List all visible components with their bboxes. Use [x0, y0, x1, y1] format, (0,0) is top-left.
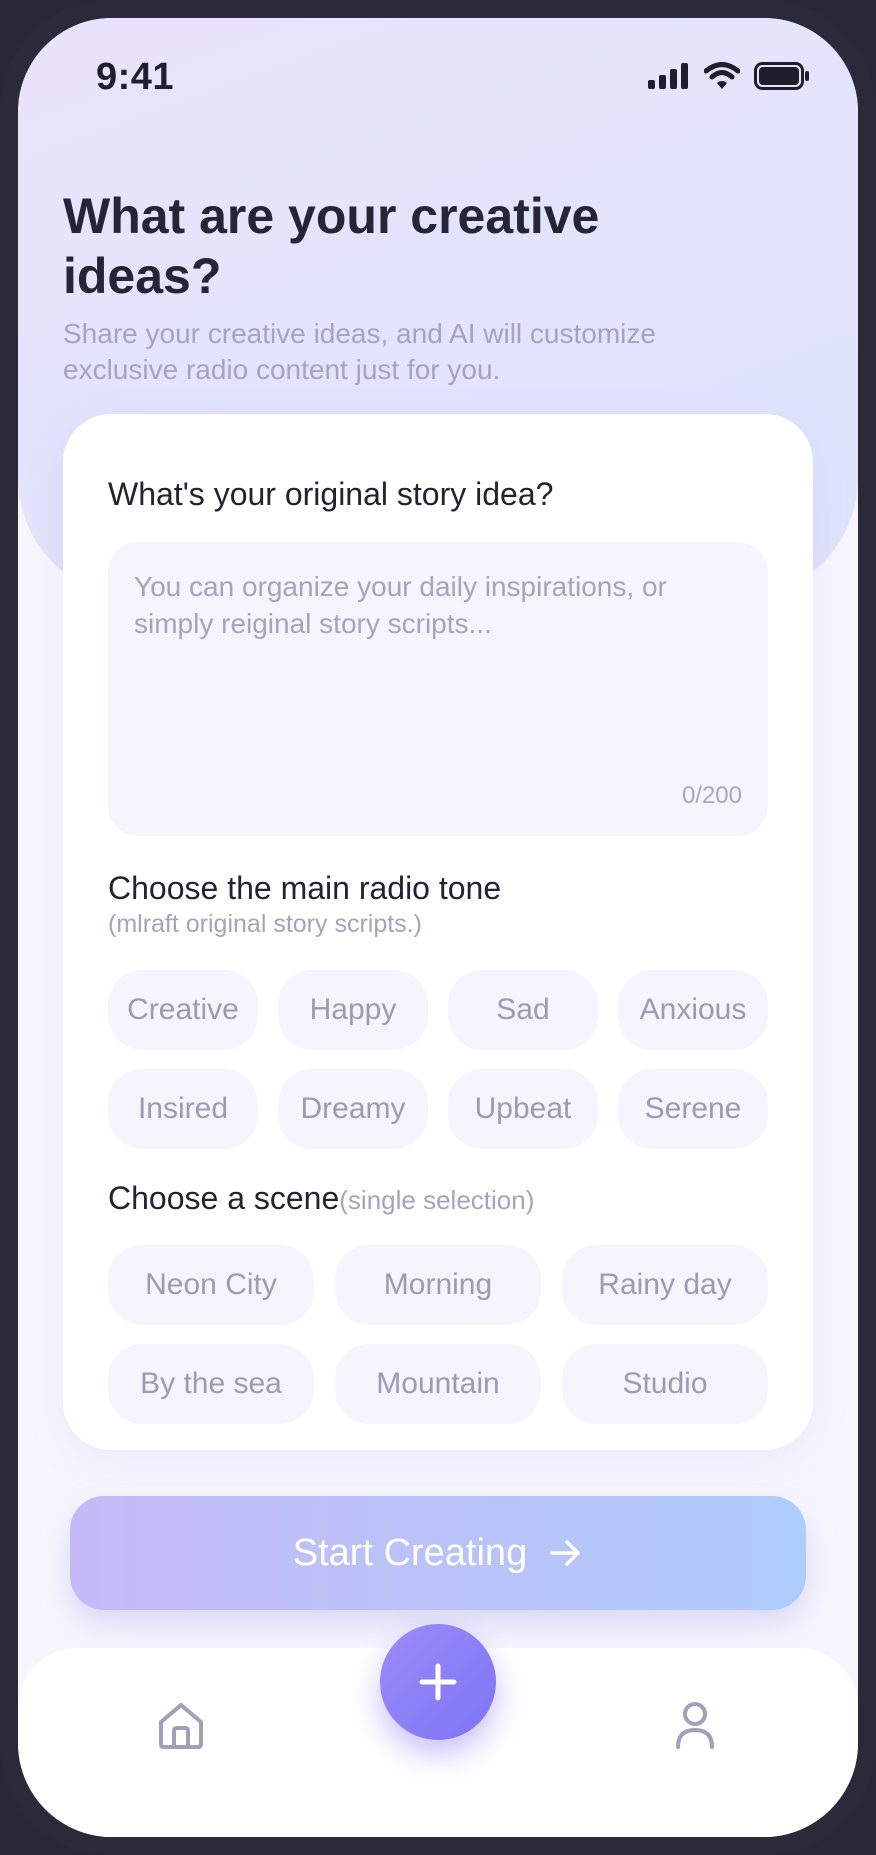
tone-section-label: Choose the main radio tone — [108, 870, 502, 906]
create-fab-button[interactable] — [380, 1624, 496, 1740]
scene-chip-morning[interactable]: Morning — [335, 1245, 541, 1325]
idea-form-card: What's your original story idea? 0/200 C… — [63, 414, 813, 1450]
character-counter: 0/200 — [681, 782, 742, 809]
start-creating-button[interactable]: Start Creating — [70, 1496, 806, 1610]
plus-icon — [419, 1663, 457, 1701]
tone-chip-creative[interactable]: Creative — [108, 970, 258, 1050]
battery-icon — [754, 62, 809, 90]
arrow-right-icon — [550, 1540, 580, 1566]
scene-chip-rainy-day[interactable]: Rainy day — [562, 1245, 768, 1325]
phone-frame: 9:41 What are your creative ideas? Share… — [0, 0, 876, 1855]
start-creating-label: Start Creating — [292, 1531, 528, 1574]
status-time: 9:41 — [96, 56, 175, 98]
page-title: What are your creative ideas? — [63, 188, 600, 304]
story-idea-field: 0/200 — [108, 542, 768, 836]
profile-icon — [676, 1702, 714, 1749]
tab-home[interactable] — [156, 1700, 206, 1755]
tab-profile[interactable] — [674, 1700, 716, 1755]
scene-chip-neon-city[interactable]: Neon City — [108, 1245, 314, 1325]
scene-chip-studio[interactable]: Studio — [562, 1344, 768, 1424]
story-idea-label: What's your original story idea? — [108, 476, 554, 512]
scene-chip-by-the-sea[interactable]: By the sea — [108, 1344, 314, 1424]
page-subtitle: Share your creative ideas, and AI will c… — [63, 318, 656, 385]
scene-section-label: Choose a scene(single selection) — [108, 1180, 534, 1217]
tone-chip-happy[interactable]: Happy — [278, 970, 428, 1050]
status-icons — [648, 62, 810, 90]
tone-chip-anxious[interactable]: Anxious — [618, 970, 768, 1050]
tone-chip-upbeat[interactable]: Upbeat — [448, 1069, 598, 1149]
tone-chip-insired[interactable]: Insired — [108, 1069, 258, 1149]
story-idea-input[interactable] — [134, 568, 742, 768]
tone-chip-serene[interactable]: Serene — [618, 1069, 768, 1149]
wifi-icon — [704, 62, 740, 89]
status-bar: 9:41 — [18, 18, 858, 128]
app-screen: 9:41 What are your creative ideas? Share… — [18, 18, 858, 1837]
tone-chip-dreamy[interactable]: Dreamy — [278, 1069, 428, 1149]
scene-selection-hint: (single selection) — [339, 1185, 535, 1215]
home-icon — [159, 1703, 203, 1749]
scene-chip-mountain[interactable]: Mountain — [335, 1344, 541, 1424]
cellular-signal-icon — [648, 63, 688, 89]
scene-section-title: Choose a scene — [108, 1180, 340, 1216]
tone-chip-sad[interactable]: Sad — [448, 970, 598, 1050]
tone-section-sublabel: (mlraft original story scripts.) — [108, 910, 422, 938]
